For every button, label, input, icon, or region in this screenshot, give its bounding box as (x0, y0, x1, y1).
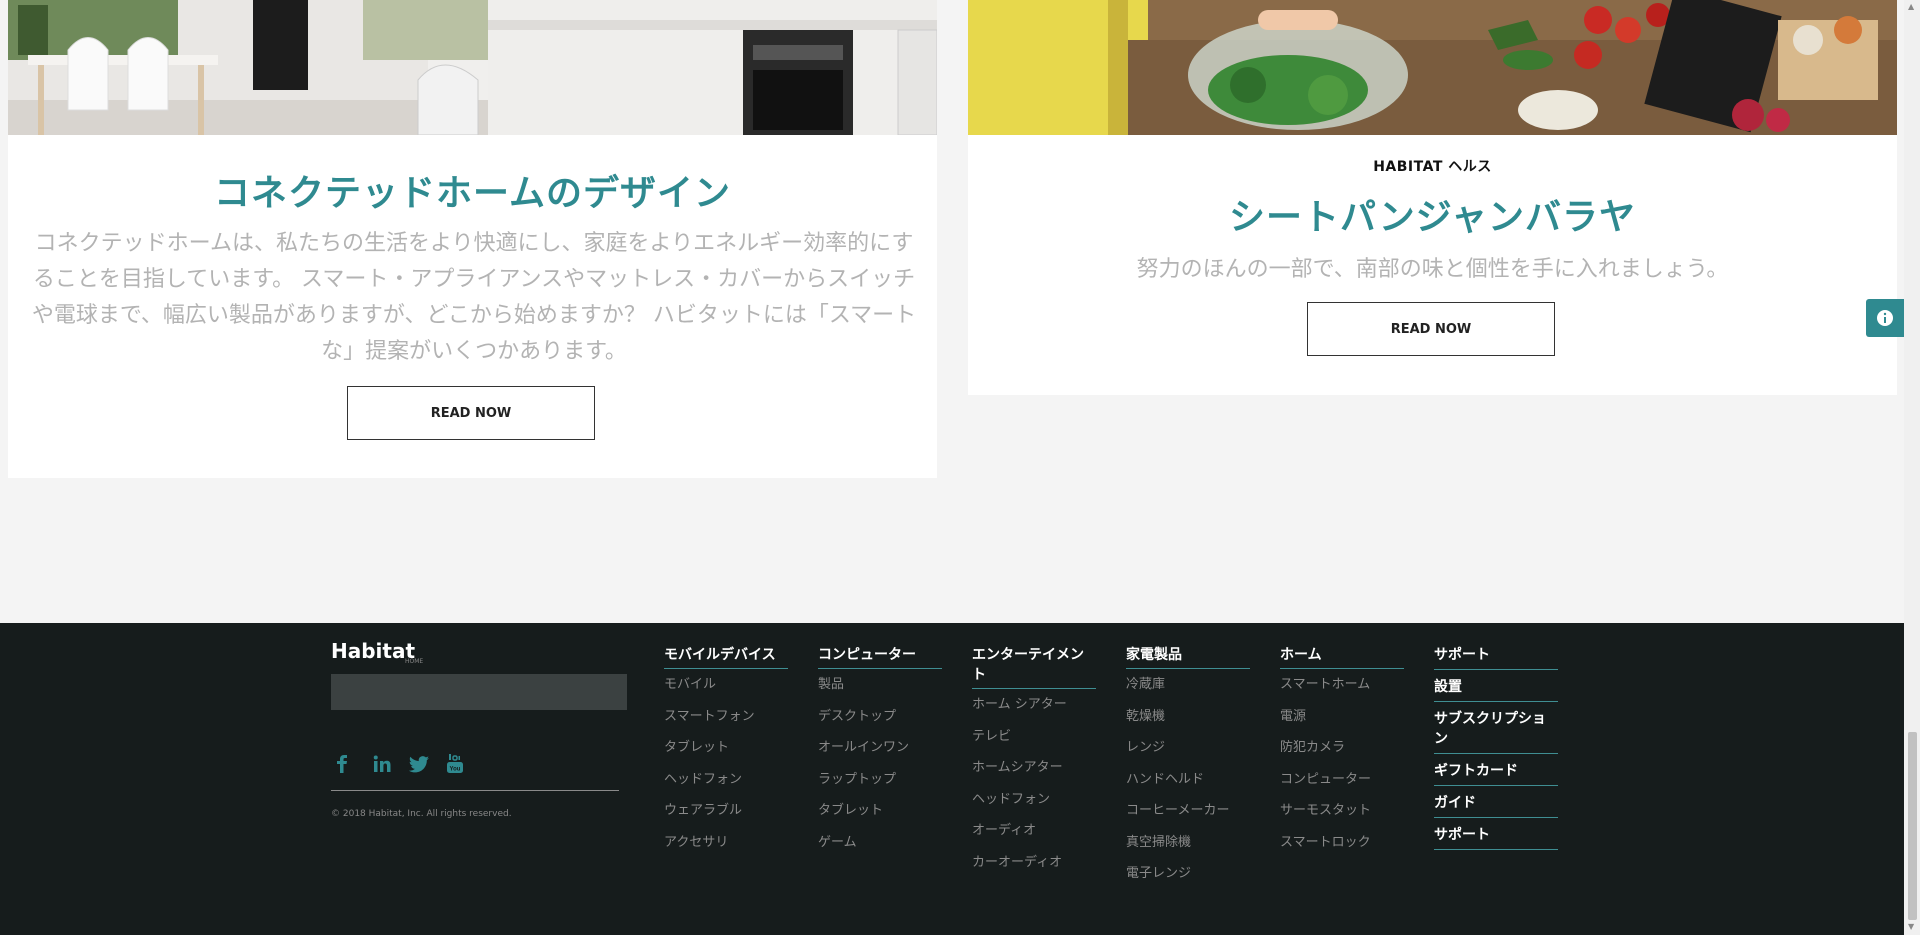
column-heading[interactable]: モバイルデバイス (664, 645, 788, 669)
twitter-icon (409, 755, 429, 772)
support-link[interactable]: ガイド (1434, 786, 1558, 818)
article-card-connected-home: コネクテッドホームのデザイン コネクテッドホームは、私たちの生活をより快適にし、… (8, 0, 937, 478)
footer-column-home: ホーム スマートホーム 電源 防犯カメラ コンピューター サーモスタット スマー… (1280, 645, 1404, 858)
footer-link[interactable]: コンピューター (1280, 764, 1404, 796)
linkedin-link[interactable] (369, 752, 395, 776)
scroll-down-arrow-icon[interactable]: ▼ (1908, 922, 1914, 931)
footer-column-computers: コンピューター 製品 デスクトップ オールインワン ラップトップ タブレット ゲ… (818, 645, 942, 858)
footer-link[interactable]: ハンドヘルド (1126, 764, 1250, 796)
article-body: 努力のほんの一部で、南部の味と個性を手に入れましょう。 (1136, 257, 1729, 282)
copyright-text: © 2018 Habitat, Inc. All rights reserved… (331, 809, 512, 819)
footer-link[interactable]: 電源 (1280, 701, 1404, 733)
facebook-link[interactable] (329, 752, 355, 776)
footer-link[interactable]: スマートロック (1280, 827, 1404, 859)
footer-link[interactable]: スマートフォン (664, 701, 788, 733)
habitat-logo[interactable]: Habitat (331, 639, 415, 663)
footer-link[interactable]: デスクトップ (818, 701, 942, 733)
info-icon (1877, 310, 1893, 326)
column-heading[interactable]: ホーム (1280, 645, 1404, 669)
site-footer: Habitat HOME You © 2018 Habitat, Inc. Al… (0, 623, 1904, 935)
youtube-icon: You (447, 754, 463, 773)
footer-link[interactable]: ヘッドフォン (664, 764, 788, 796)
footer-link[interactable]: タブレット (664, 732, 788, 764)
footer-link[interactable]: タブレット (818, 795, 942, 827)
kitchen-image (8, 0, 937, 135)
support-link[interactable]: サポート (1434, 818, 1558, 850)
footer-link[interactable]: ホーム シアター (972, 689, 1096, 721)
vegetables-image (968, 0, 1897, 135)
article-kicker: HABITAT ヘルス (1373, 159, 1492, 175)
footer-link[interactable]: 防犯カメラ (1280, 732, 1404, 764)
column-heading[interactable]: コンピューター (818, 645, 942, 669)
footer-column-mobile: モバイルデバイス モバイル スマートフォン タブレット ヘッドフォン ウェアラブ… (664, 645, 788, 858)
footer-column-support: サポート 設置 サブスクリプション ギフトカード ガイド サポート (1434, 645, 1558, 850)
article-title[interactable]: シートパンジャンバラヤ (968, 188, 1897, 240)
footer-link[interactable]: 冷蔵庫 (1126, 669, 1250, 701)
footer-link[interactable]: 製品 (818, 669, 942, 701)
youtube-link[interactable]: You (442, 752, 468, 776)
footer-column-entertainment: エンターテイメント ホーム シアター テレビ ホームシアター ヘッドフォン オー… (972, 645, 1096, 878)
footer-link[interactable]: サーモスタット (1280, 795, 1404, 827)
footer-link[interactable]: モバイル (664, 669, 788, 701)
support-link[interactable]: ギフトカード (1434, 754, 1558, 786)
footer-link[interactable]: カーオーディオ (972, 847, 1096, 879)
newsletter-input[interactable] (331, 674, 627, 710)
footer-link[interactable]: ホームシアター (972, 752, 1096, 784)
footer-link[interactable]: アクセサリ (664, 827, 788, 859)
facebook-icon (337, 755, 347, 773)
habitat-logo-sub: HOME (405, 658, 424, 665)
footer-divider (331, 790, 619, 791)
article-body: コネクテッドホームは、私たちの生活をより快適にし、家庭をよりエネルギー効率的にす… (31, 231, 917, 364)
footer-link[interactable]: スマートホーム (1280, 669, 1404, 701)
footer-link[interactable]: 真空掃除機 (1126, 827, 1250, 859)
support-link[interactable]: サブスクリプション (1434, 702, 1558, 754)
info-button[interactable] (1866, 299, 1904, 337)
twitter-link[interactable] (406, 752, 432, 776)
read-now-button[interactable]: READ NOW (347, 386, 595, 440)
support-link[interactable]: サポート (1434, 645, 1558, 670)
footer-link[interactable]: レンジ (1126, 732, 1250, 764)
footer-link[interactable]: ラップトップ (818, 764, 942, 796)
column-heading[interactable]: 家電製品 (1126, 645, 1250, 669)
svg-text:You: You (450, 767, 461, 773)
support-link[interactable]: 設置 (1434, 670, 1558, 702)
vertical-scrollbar[interactable]: ▲ ▼ (1904, 0, 1920, 935)
article-title[interactable]: コネクテッドホームのデザイン (8, 164, 937, 216)
article-card-jambalaya: HABITAT ヘルス シートパンジャンバラヤ 努力のほんの一部で、南部の味と個… (968, 0, 1897, 395)
footer-link[interactable]: オールインワン (818, 732, 942, 764)
footer-link[interactable]: 電子レンジ (1126, 858, 1250, 890)
footer-link[interactable]: コーヒーメーカー (1126, 795, 1250, 827)
footer-link[interactable]: テレビ (972, 721, 1096, 753)
footer-link[interactable]: 乾燥機 (1126, 701, 1250, 733)
scrollbar-thumb[interactable] (1908, 732, 1917, 920)
linkedin-icon (373, 755, 391, 772)
footer-column-appliances: 家電製品 冷蔵庫 乾燥機 レンジ ハンドヘルド コーヒーメーカー 真空掃除機 電… (1126, 645, 1250, 890)
footer-link[interactable]: オーディオ (972, 815, 1096, 847)
scroll-up-arrow-icon[interactable]: ▲ (1908, 2, 1914, 11)
footer-link[interactable]: ゲーム (818, 827, 942, 859)
column-heading[interactable]: エンターテイメント (972, 645, 1096, 689)
read-now-button[interactable]: READ NOW (1307, 302, 1555, 356)
footer-link[interactable]: ヘッドフォン (972, 784, 1096, 816)
footer-link[interactable]: ウェアラブル (664, 795, 788, 827)
